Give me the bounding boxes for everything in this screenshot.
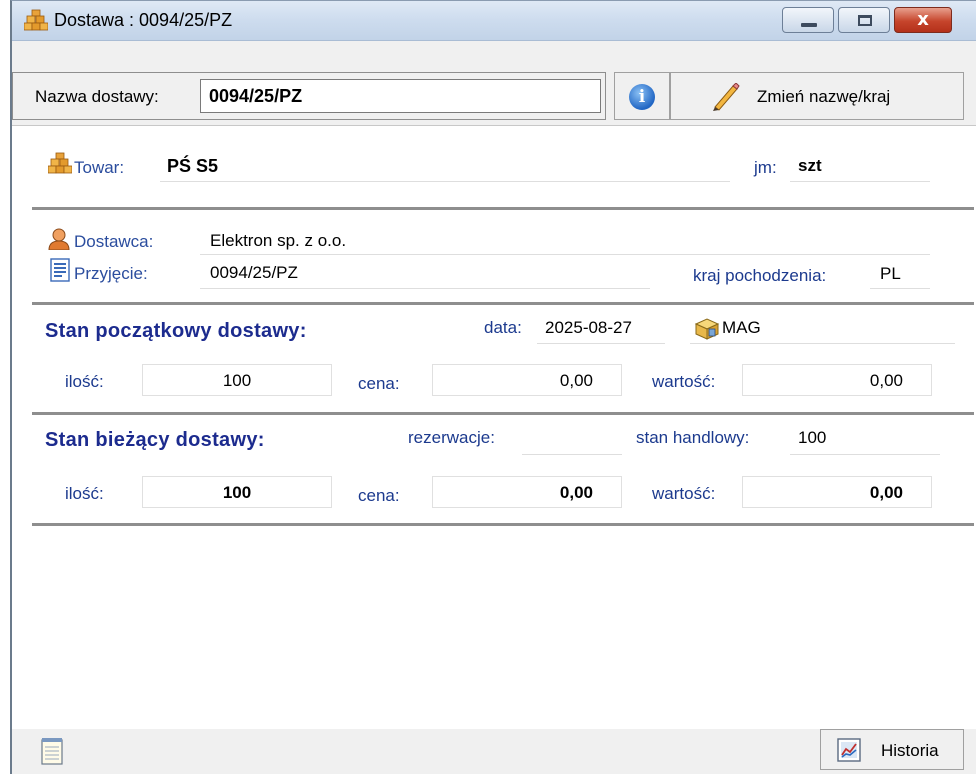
current-ilosc-label: ilość: [65, 484, 104, 503]
przyjecie-label[interactable]: Przyjęcie: [74, 264, 148, 284]
magazyn-value: MAG [722, 318, 761, 337]
info-icon: i [629, 84, 655, 110]
pencil-icon [713, 83, 740, 111]
close-icon: x [917, 9, 929, 30]
towar-label[interactable]: Towar: [74, 158, 124, 178]
maximize-button[interactable] [838, 7, 890, 33]
initial-wartosc-label: wartość: [652, 372, 716, 391]
close-button[interactable]: x [894, 7, 952, 33]
chart-icon [837, 738, 861, 762]
content-panel [12, 125, 976, 729]
minimize-icon [801, 23, 817, 27]
jm-value: szt [798, 156, 822, 175]
separator [32, 207, 974, 210]
person-icon [48, 228, 70, 250]
current-ilosc-field: 100 [142, 476, 332, 508]
title-bar[interactable]: Dostawa : 0094/25/PZ x [12, 1, 976, 41]
stan-underline [790, 454, 940, 455]
data-underline [537, 343, 665, 344]
boxes-icon [24, 9, 48, 31]
initial-data-value: 2025-08-27 [545, 318, 632, 337]
kraj-value: PL [880, 264, 901, 283]
kraj-label: kraj pochodzenia: [693, 266, 827, 285]
rezerwacje-underline [522, 454, 622, 455]
magazyn-underline [690, 343, 955, 344]
warehouse-box-icon [694, 318, 720, 340]
minimize-button[interactable] [782, 7, 834, 33]
dostawca-underline [200, 254, 930, 255]
window-title: Dostawa : 0094/25/PZ [54, 10, 233, 30]
separator [32, 302, 974, 305]
rename-label: Zmień nazwę/kraj [757, 87, 891, 106]
name-label: Nazwa dostawy: [35, 87, 159, 106]
rezerwacje-label: rezerwacje: [408, 428, 495, 447]
info-button[interactable]: i [614, 72, 670, 120]
current-cena-field: 0,00 [432, 476, 622, 508]
stan-handlowy-value: 100 [798, 428, 827, 447]
jm-label: jm: [754, 158, 777, 177]
maximize-icon [858, 15, 872, 26]
initial-cena-label: cena: [358, 374, 400, 393]
initial-wartosc-field: 0,00 [742, 364, 932, 396]
current-cena-label: cena: [358, 486, 400, 505]
initial-ilosc-field: 100 [142, 364, 332, 396]
stan-handlowy-label: stan handlowy: [636, 428, 750, 447]
historia-button[interactable]: Historia [820, 729, 964, 770]
kraj-underline [870, 288, 930, 289]
separator [32, 523, 974, 526]
initial-cena-field: 0,00 [432, 364, 622, 396]
initial-ilosc-label: ilość: [65, 372, 104, 391]
document-icon [50, 258, 70, 282]
boxes-icon [48, 152, 72, 174]
initial-heading: Stan początkowy dostawy: [45, 320, 307, 342]
current-heading: Stan bieżący dostawy: [45, 429, 265, 451]
jm-underline [790, 181, 930, 182]
przyjecie-underline [200, 288, 650, 289]
dostawca-label[interactable]: Dostawca: [74, 232, 153, 252]
notepad-icon[interactable] [40, 737, 64, 765]
rename-button[interactable]: Zmień nazwę/kraj [670, 72, 964, 120]
separator [32, 412, 974, 415]
dostawca-value: Elektron sp. z o.o. [210, 231, 347, 250]
current-wartosc-label: wartość: [652, 484, 716, 503]
towar-underline [160, 181, 730, 182]
towar-value: PŚ S5 [167, 156, 219, 176]
initial-data-label: data: [484, 318, 522, 337]
przyjecie-value: 0094/25/PZ [210, 263, 298, 282]
name-input[interactable]: 0094/25/PZ [200, 79, 601, 113]
historia-label: Historia [881, 741, 939, 760]
current-wartosc-field: 0,00 [742, 476, 932, 508]
